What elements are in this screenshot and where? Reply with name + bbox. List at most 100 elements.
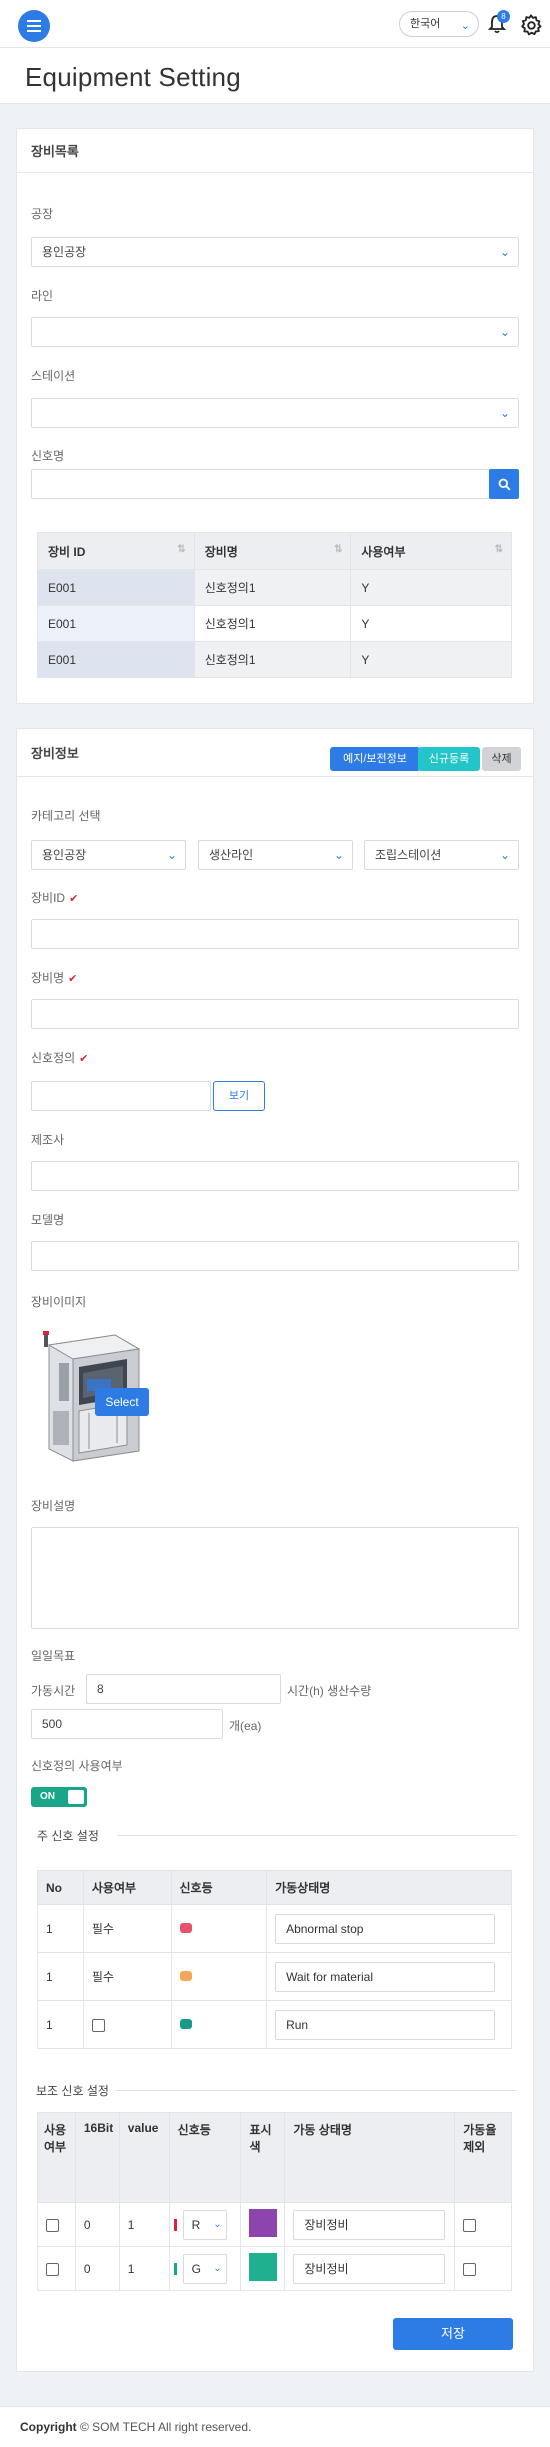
run-time-label: 가동시간 [31,1684,76,1698]
bit-value: 0 [74,2202,120,2247]
equip-id-input[interactable] [31,919,519,949]
sub-signal-table: 사용여부 16Bit value 신호등 표시색 가동 상태명 가동율 제외 0… [37,2112,512,2291]
display-color-swatch[interactable] [249,2209,278,2237]
language-select[interactable]: 한국어 ⌄ [399,11,479,37]
lamp-color-marker [173,2219,177,2232]
image-select-button[interactable]: Select [95,1388,149,1416]
lamp-color-marker [173,2263,177,2276]
column-header: 사용여부 [37,2112,76,2203]
bit-value: 0 [74,2246,120,2291]
column-header: 사용여부 [82,1870,172,1905]
column-header-equip-name[interactable]: 장비명 ⇅ [193,532,352,570]
signal-name-label: 신호명 [31,449,65,463]
signal-def-label: 신호정의 ✔ [31,1049,88,1066]
signal-name-input[interactable] [31,469,491,499]
column-label: 장비 ID [48,544,86,559]
row-use: 필수 [82,1904,172,1953]
model-input[interactable] [31,1241,519,1271]
gear-icon[interactable] [520,14,542,36]
exclude-checkbox[interactable] [463,2218,477,2232]
card-title: 장비목록 [31,144,79,159]
maintenance-info-button[interactable]: 예지/보전정보 [330,747,420,771]
lamp-select[interactable]: G ⌄ [182,2253,227,2284]
signal-lamp-orange [179,1970,192,1981]
column-header: 가동 상태명 [284,2112,456,2203]
lamp-select-value: R [191,2217,201,2232]
status-name-input[interactable]: 장비정비 [293,2253,446,2284]
row-no: 1 [37,1904,84,1953]
run-time-input[interactable]: 8 [86,1674,281,1704]
category-line-select[interactable]: 생산라인 ⌄ [198,840,353,870]
row-no: 1 [37,2000,84,2049]
table-row[interactable]: E001 신호정의1 Y [37,641,512,678]
search-button[interactable] [489,469,519,499]
status-name-input[interactable]: Run [275,2009,496,2040]
chevron-down-icon: ⌄ [499,325,510,339]
chevron-down-icon: ⌄ [460,20,470,32]
view-button[interactable]: 보기 [213,1081,265,1111]
chevron-down-icon: ⌄ [499,848,510,862]
divider [116,2090,516,2091]
lamp-select-value: G [191,2261,202,2276]
lamp-select[interactable]: R ⌄ [182,2209,227,2240]
card-title: 장비정보 [31,746,79,761]
table-row[interactable]: E001 신호정의1 Y [37,605,512,642]
table-row[interactable]: E001 신호정의1 Y [37,569,512,606]
column-label: 사용여부 [361,544,406,559]
use-checkbox[interactable] [46,2218,59,2232]
main-signal-table: No 사용여부 신호등 가동상태명 1 필수 Abnormal stop 1 필… [37,1870,512,2049]
column-header: 가동율 제외 [454,2112,512,2203]
column-label: 장비명 [204,544,238,559]
top-bar: 한국어 ⌄ 8 [0,0,550,48]
table-cell: Y [350,569,512,606]
table-cell: Y [350,605,512,642]
column-header: 표시색 [240,2112,286,2203]
required-check-icon: ✔ [68,973,78,985]
status-name-input[interactable]: 장비정비 [293,2209,446,2240]
maker-input[interactable] [31,1161,519,1191]
signal-use-toggle[interactable]: ON [31,1787,87,1807]
label-text: 장비ID [31,891,66,905]
menu-button[interactable] [18,10,50,42]
status-name-input[interactable]: Wait for material [275,1961,496,1992]
divider [117,1835,517,1836]
save-button[interactable]: 저장 [393,2318,513,2350]
chevron-down-icon: ⌄ [213,2262,222,2274]
column-header: 16Bit [74,2112,120,2203]
table-cell: E001 [37,641,195,678]
category-factory-select[interactable]: 용인공장 ⌄ [31,840,186,870]
column-header-use[interactable]: 사용여부 ⇅ [350,532,512,570]
display-color-swatch[interactable] [249,2253,278,2281]
exclude-checkbox[interactable] [463,2262,477,2276]
category-station-select[interactable]: 조립스테이션 ⌄ [364,840,519,870]
delete-button[interactable]: 삭제 [482,747,521,771]
image-label: 장비이미지 [31,1295,87,1309]
column-header: 신호등 [168,2112,242,2203]
column-header-equip-id[interactable]: 장비 ID ⇅ [37,532,195,570]
status-name-input[interactable]: Abnormal stop [275,1913,496,1944]
equip-name-input[interactable] [31,999,519,1029]
line-label: 라인 [31,289,54,303]
use-checkbox[interactable] [46,2262,59,2276]
table-cell: Y [350,641,512,678]
factory-label: 공장 [31,207,54,221]
description-textarea[interactable] [31,1527,519,1629]
use-checkbox[interactable] [91,2018,105,2032]
required-check-icon: ✔ [79,1053,89,1065]
chevron-down-icon: ⌄ [333,848,344,862]
value-cell: 1 [118,2246,170,2291]
label-text: 신호정의 [31,1051,76,1065]
new-register-button[interactable]: 신규등록 [418,747,480,771]
signal-def-input[interactable] [31,1081,211,1111]
copyright-label: Copyright [20,2420,77,2434]
line-select[interactable]: ⌄ [31,317,519,347]
table-row: 1 Run [37,2000,512,2049]
column-header: value [118,2112,170,2203]
page-title: Equipment Setting [25,62,241,92]
factory-select[interactable]: 용인공장 ⌄ [31,237,519,267]
chevron-down-icon: ⌄ [499,245,510,259]
station-select[interactable]: ⌄ [31,398,519,428]
table-row: 0 1 R ⌄ 장비정비 [37,2202,512,2247]
quantity-input[interactable]: 500 [31,1709,223,1739]
chevron-down-icon: ⌄ [213,2218,222,2230]
